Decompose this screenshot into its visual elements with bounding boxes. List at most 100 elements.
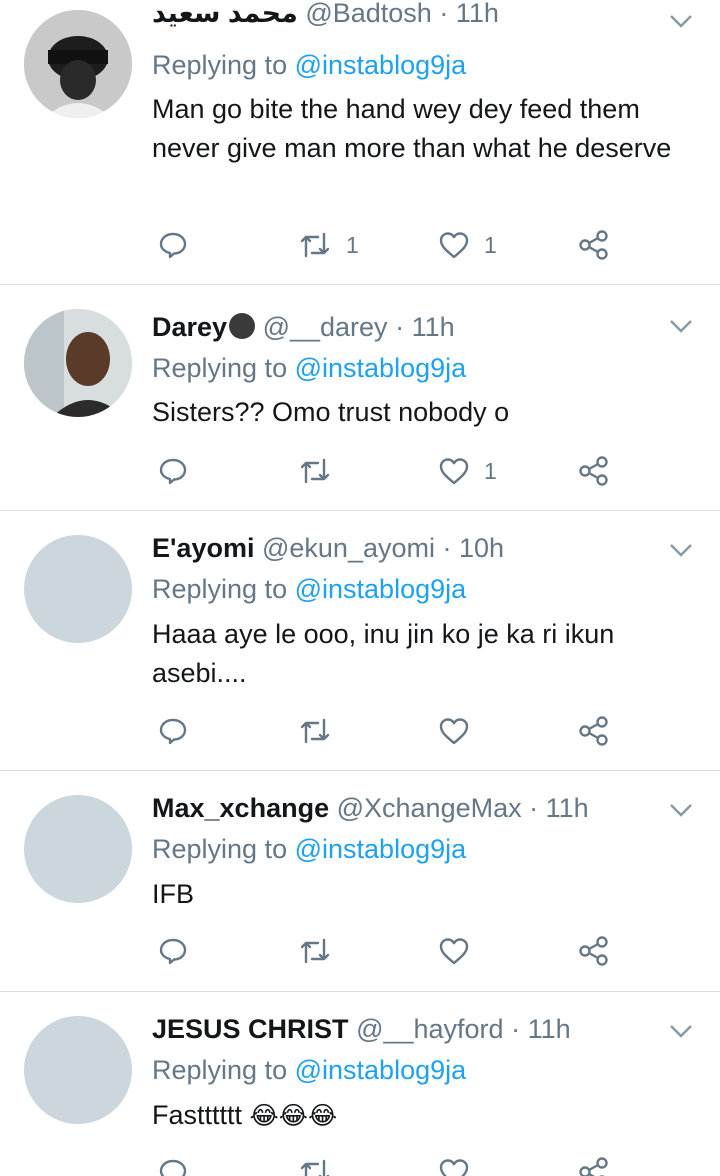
reply-icon: [159, 718, 187, 745]
reply-button[interactable]: [158, 931, 188, 971]
replying-to: Replying to @instablog9ja: [152, 349, 466, 387]
heart-icon: [439, 458, 469, 485]
chevron-down-icon[interactable]: [668, 8, 694, 34]
share-button[interactable]: [578, 225, 610, 265]
tweet-actions: 1 1: [152, 225, 672, 265]
user-handle[interactable]: @XchangeMax: [337, 793, 522, 823]
user-handle[interactable]: @ekun_ayomi: [262, 533, 435, 563]
replying-handle[interactable]: @instablog9ja: [295, 1055, 467, 1085]
tweet-item[interactable]: E'ayomi @ekun_ayomi · 10h Replying to @i…: [0, 511, 720, 771]
tweet-text: Sisters?? Omo trust nobody o: [152, 397, 510, 427]
reply-feed: محمد سعيد @Badtosh · 11h Replying to @in…: [0, 0, 720, 1176]
share-button[interactable]: [578, 451, 610, 491]
display-name[interactable]: محمد سعيد: [152, 0, 298, 28]
reply-icon: [159, 458, 187, 485]
tweet-text: Fastttttt 😂😂😂: [152, 1096, 700, 1136]
replying-handle[interactable]: @instablog9ja: [295, 353, 467, 383]
avatar[interactable]: [24, 10, 132, 118]
tweet-text: IFB: [152, 879, 195, 909]
share-button[interactable]: [578, 931, 610, 971]
reply-button[interactable]: [158, 711, 188, 751]
like-count: 1: [484, 231, 497, 258]
replying-prefix: Replying to: [152, 353, 288, 383]
replying-prefix: Replying to: [152, 1055, 288, 1085]
avatar[interactable]: [24, 535, 132, 643]
tweet-header: E'ayomi @ekun_ayomi · 10h: [152, 529, 504, 567]
share-icon: [579, 716, 608, 746]
share-button[interactable]: [578, 711, 610, 751]
avatar[interactable]: [24, 1016, 132, 1124]
like-count: 1: [484, 457, 497, 484]
share-icon: [579, 936, 608, 966]
tweet-time: · 10h: [442, 533, 505, 563]
user-handle[interactable]: @__darey: [263, 312, 388, 342]
replying-handle[interactable]: @instablog9ja: [295, 574, 467, 604]
tweet-header: محمد سعيد @Badtosh · 11h: [152, 0, 499, 32]
face-emoji-icon: [229, 313, 256, 339]
tweet-header: Darey @__darey · 11h: [152, 308, 455, 346]
retweet-button[interactable]: [298, 931, 346, 971]
replying-prefix: Replying to: [152, 574, 288, 604]
share-icon: [579, 230, 608, 260]
reply-icon: [159, 1159, 187, 1176]
avatar[interactable]: [24, 309, 132, 417]
chevron-down-icon[interactable]: [668, 1018, 694, 1044]
tweet-actions: [152, 1152, 672, 1176]
share-icon: [579, 456, 608, 486]
display-name[interactable]: Darey: [152, 312, 227, 342]
retweet-button[interactable]: [298, 451, 346, 491]
reply-button[interactable]: [158, 451, 188, 491]
user-handle[interactable]: @Badtosh: [305, 0, 431, 28]
replying-prefix: Replying to: [152, 50, 288, 80]
tweet-actions: [152, 711, 672, 751]
replying-to: Replying to @instablog9ja: [152, 570, 466, 608]
retweet-icon: [300, 232, 330, 258]
laughing-emoji: 😂😂😂: [249, 1102, 338, 1130]
tweet-header: Max_xchange @XchangeMax · 11h: [152, 789, 589, 827]
tweet-actions: [152, 931, 672, 971]
like-button[interactable]: 1: [438, 225, 497, 265]
share-icon: [579, 1157, 608, 1176]
like-button[interactable]: [438, 931, 484, 971]
tweet-item[interactable]: Max_xchange @XchangeMax · 11h Replying t…: [0, 771, 720, 992]
heart-icon: [439, 232, 469, 259]
reply-icon: [159, 232, 187, 259]
replying-prefix: Replying to: [152, 834, 288, 864]
like-button[interactable]: [438, 711, 484, 751]
reply-button[interactable]: [158, 1152, 188, 1176]
tweet-item[interactable]: JESUS CHRIST @__hayford · 11h Replying t…: [0, 992, 720, 1176]
like-button[interactable]: 1: [438, 451, 497, 491]
replying-to: Replying to @instablog9ja: [152, 46, 466, 84]
tweet-time: · 11h: [439, 0, 499, 28]
tweet-actions: 1: [152, 451, 672, 491]
display-name[interactable]: Max_xchange: [152, 793, 329, 823]
replying-to: Replying to @instablog9ja: [152, 830, 466, 868]
avatar[interactable]: [24, 795, 132, 903]
heart-icon: [439, 1159, 469, 1176]
share-button[interactable]: [578, 1152, 610, 1176]
retweet-button[interactable]: 1: [298, 225, 359, 265]
retweet-icon: [300, 1159, 330, 1176]
retweet-button[interactable]: [298, 711, 346, 751]
display-name[interactable]: E'ayomi: [152, 533, 254, 563]
tweet-header: JESUS CHRIST @__hayford · 11h: [152, 1010, 571, 1048]
chevron-down-icon[interactable]: [668, 313, 694, 339]
retweet-button[interactable]: [298, 1152, 346, 1176]
like-button[interactable]: [438, 1152, 484, 1176]
tweet-text: Man go bite the hand wey dey feed them n…: [152, 94, 672, 163]
retweet-icon: [300, 718, 330, 744]
retweet-icon: [300, 458, 330, 484]
reply-icon: [159, 938, 187, 965]
tweet-time: · 11h: [395, 312, 455, 342]
display-name[interactable]: JESUS CHRIST: [152, 1014, 349, 1044]
chevron-down-icon[interactable]: [668, 537, 694, 563]
chevron-down-icon[interactable]: [668, 797, 694, 823]
tweet-text: Haaa aye le ooo, inu jin ko je ka ri iku…: [152, 619, 615, 688]
user-handle[interactable]: @__hayford: [356, 1014, 504, 1044]
tweet-time: · 11h: [511, 1014, 571, 1044]
tweet-item[interactable]: محمد سعيد @Badtosh · 11h Replying to @in…: [0, 0, 720, 285]
replying-handle[interactable]: @instablog9ja: [295, 834, 467, 864]
tweet-item[interactable]: Darey @__darey · 11h Replying to @instab…: [0, 285, 720, 511]
replying-handle[interactable]: @instablog9ja: [295, 50, 467, 80]
reply-button[interactable]: [158, 225, 188, 265]
